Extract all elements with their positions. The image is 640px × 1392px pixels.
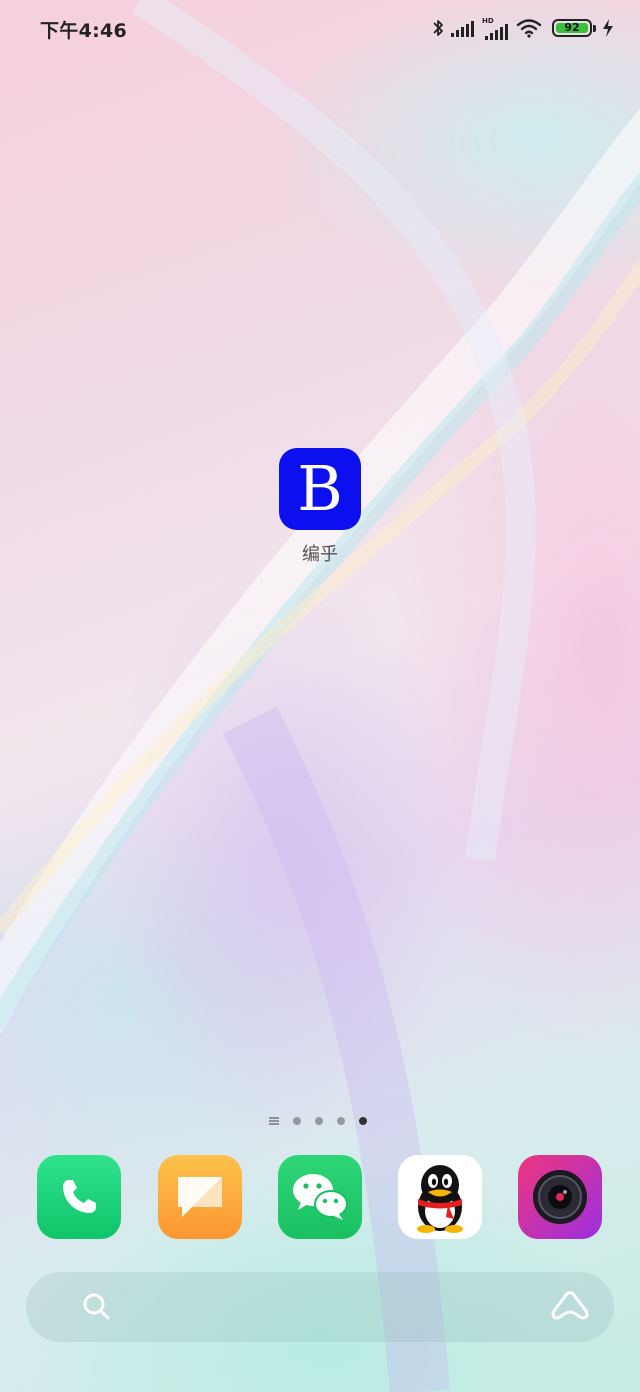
- search-icon[interactable]: [80, 1290, 114, 1328]
- page-dot-3[interactable]: [337, 1117, 345, 1125]
- charging-icon: [602, 18, 614, 38]
- status-icons: HD 92: [432, 14, 614, 42]
- status-time: 下午4:46: [40, 20, 128, 42]
- page-dot-4[interactable]: [359, 1117, 367, 1125]
- messages-app-icon[interactable]: [158, 1155, 242, 1239]
- wechat-app-icon[interactable]: [278, 1155, 362, 1239]
- biannhu-app-icon[interactable]: B: [279, 448, 361, 530]
- phone-app-icon[interactable]: [37, 1155, 121, 1239]
- battery-level: 92: [564, 21, 580, 34]
- search-bar[interactable]: [26, 1272, 614, 1342]
- lens-icon[interactable]: [550, 1290, 590, 1328]
- signal-hd-icon: HD: [482, 16, 510, 40]
- page-dot-1[interactable]: [293, 1117, 301, 1125]
- wifi-icon: [516, 18, 542, 38]
- page-indicator: [269, 1114, 367, 1128]
- status-bar: 下午4:46 HD 92: [0, 0, 640, 56]
- app-label: 编乎: [302, 544, 338, 565]
- hd-label: HD: [482, 17, 494, 25]
- qq-app-icon[interactable]: [398, 1155, 482, 1239]
- signal-icon: [450, 19, 476, 37]
- camera-app-icon[interactable]: [518, 1155, 602, 1239]
- page-list-icon[interactable]: [269, 1117, 279, 1125]
- battery-icon: 92: [552, 19, 592, 37]
- page-dot-2[interactable]: [315, 1117, 323, 1125]
- app-biannhu[interactable]: B 编乎: [270, 448, 370, 566]
- battery-cap: [593, 24, 596, 32]
- bluetooth-icon: [432, 18, 444, 38]
